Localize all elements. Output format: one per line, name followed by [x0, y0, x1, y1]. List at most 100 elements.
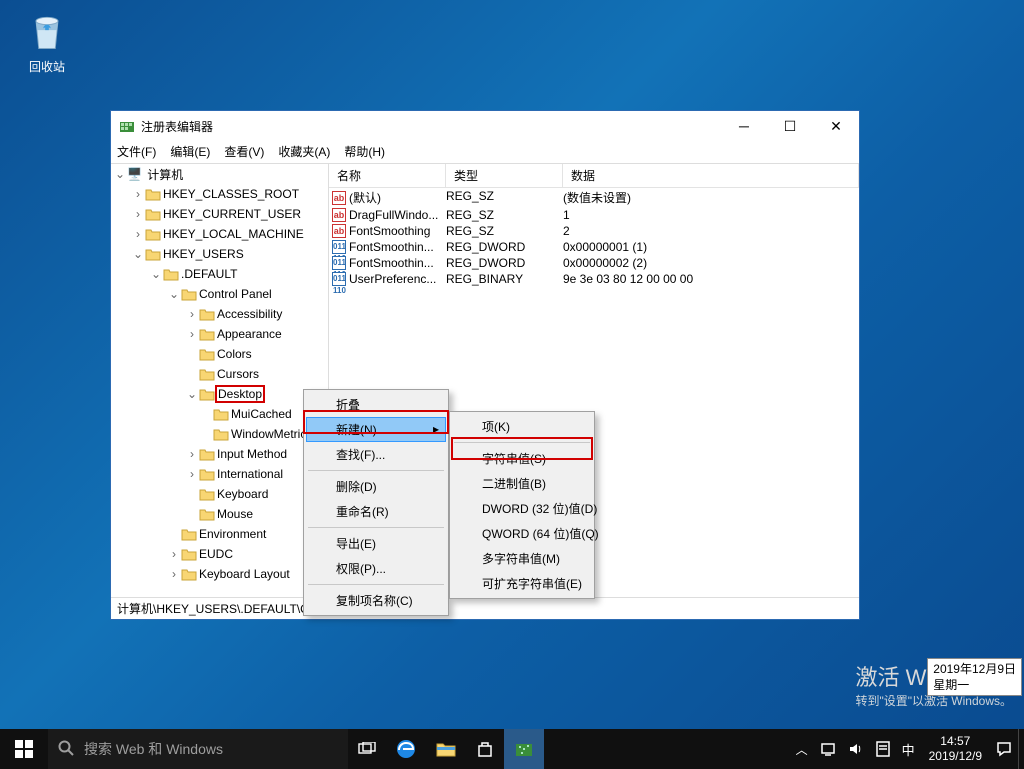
value-type: REG_SZ	[446, 208, 563, 222]
col-data[interactable]: 数据	[563, 164, 859, 187]
show-desktop-button[interactable]	[1018, 729, 1024, 769]
value-data: (数值未设置)	[563, 189, 859, 206]
file-explorer-button[interactable]	[426, 729, 466, 769]
tray-chevron-icon[interactable]: ︿	[790, 729, 814, 769]
separator	[308, 584, 444, 585]
tree-default[interactable]: .DEFAULT	[179, 267, 239, 281]
tree-desktop[interactable]: Desktop	[215, 385, 265, 403]
tray-notes-icon[interactable]	[870, 729, 896, 769]
value-data: 0x00000002 (2)	[563, 256, 859, 270]
col-type[interactable]: 类型	[446, 164, 563, 187]
regedit-taskbar-button[interactable]	[504, 729, 544, 769]
tree-appearance[interactable]: Appearance	[215, 327, 284, 341]
tree-accessibility[interactable]: Accessibility	[215, 307, 284, 321]
value-data: 9e 3e 03 80 12 00 00 00	[563, 272, 859, 286]
menu-help[interactable]: 帮助(H)	[344, 143, 385, 160]
tree-windowmetrics[interactable]: WindowMetrics	[229, 427, 314, 441]
tree-mouse[interactable]: Mouse	[215, 507, 255, 521]
tree-environment[interactable]: Environment	[197, 527, 268, 541]
value-name: (默认)	[349, 189, 446, 206]
separator	[308, 470, 444, 471]
ctx-new-key[interactable]: 项(K)	[452, 414, 592, 439]
tree-keyboard[interactable]: Keyboard	[215, 487, 270, 501]
taskbar: 搜索 Web 和 Windows ︿ 中 14:57 2019/12/9	[0, 729, 1024, 769]
ctx-new-expandstring[interactable]: 可扩充字符串值(E)	[452, 571, 592, 596]
tree-control-panel[interactable]: Control Panel	[197, 287, 274, 301]
list-row[interactable]: ab(默认)REG_SZ(数值未设置)	[329, 188, 859, 207]
binary-value-icon: 011110	[332, 240, 346, 254]
tree-colors[interactable]: Colors	[215, 347, 254, 361]
computer-icon: 🖥️	[127, 167, 142, 181]
ctx-permissions[interactable]: 权限(P)...	[306, 556, 446, 581]
task-view-button[interactable]	[348, 729, 386, 769]
value-type: REG_BINARY	[446, 272, 563, 286]
tree-input-method[interactable]: Input Method	[215, 447, 289, 461]
action-center-button[interactable]	[990, 729, 1018, 769]
tooltip-weekday: 星期一	[933, 677, 1016, 693]
titlebar[interactable]: 注册表编辑器 ─ ☐ ✕	[111, 111, 859, 141]
taskbar-clock[interactable]: 14:57 2019/12/9	[921, 734, 990, 764]
context-menu-key: 折叠 新建(N)▸ 查找(F)... 删除(D) 重命名(R) 导出(E) 权限…	[303, 389, 449, 616]
start-button[interactable]	[0, 729, 48, 769]
value-name: FontSmoothin...	[349, 256, 446, 270]
menu-favorites[interactable]: 收藏夹(A)	[278, 143, 330, 160]
minimize-button[interactable]: ─	[721, 111, 767, 141]
menu-edit[interactable]: 编辑(E)	[170, 143, 210, 160]
tray-network-icon[interactable]	[814, 729, 842, 769]
value-data: 2	[563, 224, 859, 238]
tree-international[interactable]: International	[215, 467, 285, 481]
tree-muicached[interactable]: MuiCached	[229, 407, 294, 421]
ctx-find[interactable]: 查找(F)...	[306, 442, 446, 467]
menu-file[interactable]: 文件(F)	[117, 143, 156, 160]
list-row[interactable]: 011110FontSmoothin...REG_DWORD0x00000002…	[329, 255, 859, 271]
ctx-new-string[interactable]: 字符串值(S)	[452, 446, 592, 471]
ctx-new-qword[interactable]: QWORD (64 位)值(Q)	[452, 521, 592, 546]
tree-eudc[interactable]: EUDC	[197, 547, 235, 561]
binary-value-icon: 011110	[332, 272, 346, 286]
ctx-collapse[interactable]: 折叠	[306, 392, 446, 417]
string-value-icon: ab	[332, 191, 346, 205]
list-row[interactable]: 011110UserPreferenc...REG_BINARY9e 3e 03…	[329, 271, 859, 287]
string-value-icon: ab	[332, 208, 346, 222]
ctx-new-multistring[interactable]: 多字符串值(M)	[452, 546, 592, 571]
tree-hku[interactable]: HKEY_USERS	[161, 247, 246, 261]
tooltip-date: 2019年12月9日	[933, 661, 1016, 677]
maximize-button[interactable]: ☐	[767, 111, 813, 141]
value-type: REG_SZ	[446, 189, 563, 206]
close-button[interactable]: ✕	[813, 111, 859, 141]
taskbar-search[interactable]: 搜索 Web 和 Windows	[48, 729, 348, 769]
ctx-new-binary[interactable]: 二进制值(B)	[452, 471, 592, 496]
ime-indicator[interactable]: 中	[896, 729, 921, 769]
value-type: REG_SZ	[446, 224, 563, 238]
list-row[interactable]: 011110FontSmoothin...REG_DWORD0x00000001…	[329, 239, 859, 255]
search-icon	[58, 740, 74, 759]
value-name: FontSmoothin...	[349, 240, 446, 254]
tree-cursors[interactable]: Cursors	[215, 367, 261, 381]
ctx-new[interactable]: 新建(N)▸	[306, 417, 446, 442]
ctx-new-dword[interactable]: DWORD (32 位)值(D)	[452, 496, 592, 521]
list-row[interactable]: abDragFullWindo...REG_SZ1	[329, 207, 859, 223]
col-name[interactable]: 名称	[329, 164, 446, 187]
window-title: 注册表编辑器	[141, 118, 721, 135]
value-name: FontSmoothing	[349, 224, 446, 238]
tree-keyboard-layout[interactable]: Keyboard Layout	[197, 567, 292, 581]
ctx-export[interactable]: 导出(E)	[306, 531, 446, 556]
store-button[interactable]	[466, 729, 504, 769]
list-header: 名称 类型 数据	[329, 164, 859, 188]
tree-hklm[interactable]: HKEY_LOCAL_MACHINE	[161, 227, 306, 241]
tree-root[interactable]: 计算机	[145, 166, 185, 183]
list-row[interactable]: abFontSmoothingREG_SZ2	[329, 223, 859, 239]
registry-tree[interactable]: ⌄🖥️ 计算机 ›HKEY_CLASSES_ROOT ›HKEY_CURRENT…	[111, 164, 329, 597]
recycle-bin-desktop-icon[interactable]: 回收站	[15, 10, 79, 75]
tree-hkcr[interactable]: HKEY_CLASSES_ROOT	[161, 187, 301, 201]
tree-hkcu[interactable]: HKEY_CURRENT_USER	[161, 207, 303, 221]
binary-value-icon: 011110	[332, 256, 346, 270]
ctx-delete[interactable]: 删除(D)	[306, 474, 446, 499]
edge-button[interactable]	[386, 729, 426, 769]
ctx-copykey[interactable]: 复制项名称(C)	[306, 588, 446, 613]
submenu-arrow-icon: ▸	[433, 422, 439, 436]
tray-volume-icon[interactable]	[842, 729, 870, 769]
ctx-rename[interactable]: 重命名(R)	[306, 499, 446, 524]
separator	[308, 527, 444, 528]
menu-view[interactable]: 查看(V)	[224, 143, 264, 160]
